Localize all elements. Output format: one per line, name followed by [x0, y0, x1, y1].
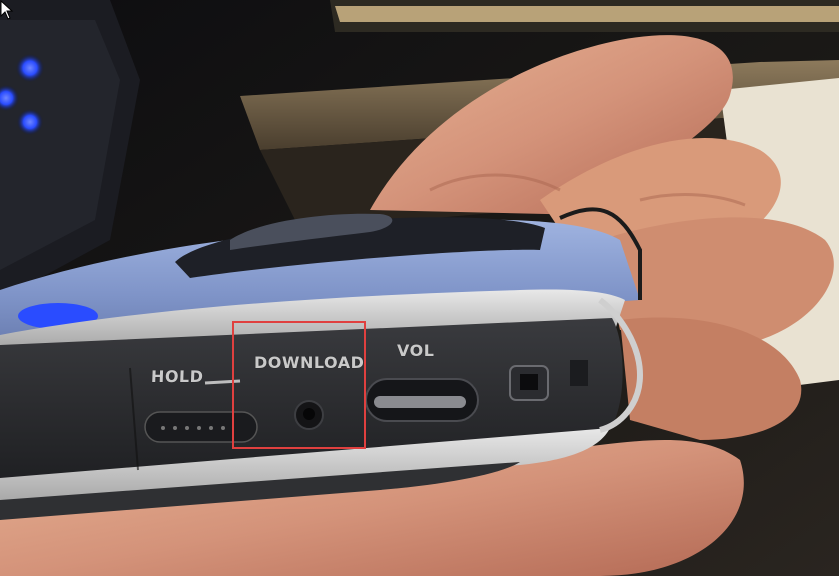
vol-label: VOL — [397, 341, 435, 360]
photo-scene: HOLD DOWNLOAD VOL — [0, 0, 839, 576]
hold-label: HOLD — [150, 367, 204, 386]
highlight-box — [232, 321, 366, 449]
blue-led-icon — [16, 54, 44, 82]
photo-illustration — [0, 0, 839, 576]
blue-led-icon — [17, 109, 43, 135]
mouse-cursor-icon — [0, 0, 14, 20]
